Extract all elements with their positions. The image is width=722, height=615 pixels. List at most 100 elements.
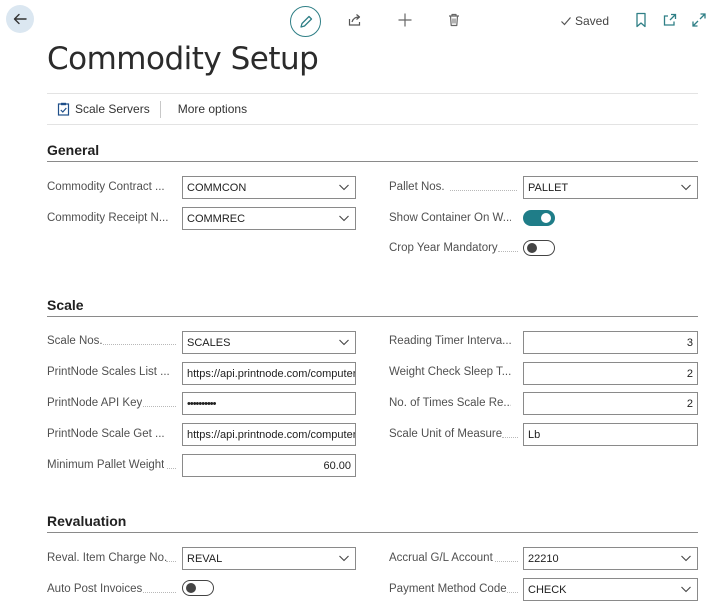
edit-button[interactable]: [290, 6, 321, 37]
scale-nos-label: Scale Nos.: [47, 335, 103, 347]
scale-nos-leader: [103, 344, 176, 345]
more-options-label: More options: [177, 102, 248, 116]
accrual-gl-account-label: Accrual G/L Account: [389, 552, 493, 564]
general-section-divider: [47, 161, 698, 162]
bookmark-button[interactable]: [630, 9, 652, 31]
pallet-nos-value: PALLET: [528, 181, 569, 194]
show-container-toggle[interactable]: [523, 210, 555, 226]
chevron-down-icon[interactable]: [338, 552, 350, 564]
commodity-receipt-field[interactable]: COMMREC: [182, 207, 356, 230]
checkmark-icon: [561, 17, 571, 26]
scale-section-header[interactable]: Scale: [47, 297, 84, 313]
auto-post-invoices-leader: [143, 592, 176, 593]
reading-timer-interval-value: 3: [686, 336, 693, 349]
arrow-left-icon: [13, 13, 27, 25]
accrual-gl-account-field[interactable]: 22210: [523, 547, 698, 570]
minimum-pallet-weight-field[interactable]: 60.00: [182, 454, 356, 477]
printnode-scale-get-value: https://api.printnode.com/computers: [187, 428, 356, 441]
pallet-nos-leader: [450, 190, 517, 191]
reval-item-charge-field[interactable]: REVAL: [182, 547, 356, 570]
printnode-scales-list-value: https://api.printnode.com/computers: [187, 367, 356, 380]
open-new-window-button[interactable]: [659, 9, 681, 31]
payment-method-code-value: CHECK: [528, 583, 567, 596]
minimum-pallet-weight-label: Minimum Pallet Weight: [47, 459, 165, 471]
weight-check-sleep-field[interactable]: 2: [523, 362, 698, 385]
share-icon: [348, 14, 361, 26]
plus-icon: [398, 13, 412, 27]
new-button[interactable]: [394, 9, 416, 31]
revaluation-section-divider: [47, 532, 698, 533]
toggle-knob: [541, 213, 551, 223]
scale-unit-of-measure-value: Lb: [528, 428, 541, 441]
scale-unit-of-measure-label: Scale Unit of Measure: [389, 428, 503, 440]
general-section-header[interactable]: General: [47, 142, 99, 158]
printnode-scale-get-label: PrintNode Scale Get ...: [47, 428, 165, 440]
printnode-api-key-leader: [143, 406, 176, 407]
pallet-nos-field[interactable]: PALLET: [523, 176, 698, 199]
commodity-contract-value: COMMCON: [187, 181, 247, 194]
reval-item-charge-value: REVAL: [187, 552, 223, 565]
scale-servers-label: Scale Servers: [75, 102, 150, 116]
chevron-down-icon[interactable]: [338, 181, 350, 193]
expand-icon: [692, 13, 706, 27]
chevron-down-icon[interactable]: [338, 336, 350, 348]
scale-nos-field[interactable]: SCALES: [182, 331, 356, 354]
accrual-gl-account-value: 22210: [528, 552, 559, 565]
page-title: Commodity Setup: [47, 41, 319, 77]
commodity-contract-label: Commodity Contract ...: [47, 181, 165, 193]
minimum-pallet-weight-leader: [167, 468, 176, 469]
trash-icon: [449, 13, 459, 27]
bookmark-icon: [636, 12, 646, 28]
payment-method-code-leader: [507, 592, 518, 593]
reading-timer-interval-label: Reading Timer Interva...: [389, 335, 511, 347]
reading-timer-interval-field[interactable]: 3: [523, 331, 698, 354]
toggle-knob: [186, 582, 196, 593]
pallet-nos-label: Pallet Nos.: [389, 181, 445, 193]
back-button[interactable]: [6, 5, 34, 33]
printnode-scales-list-field[interactable]: https://api.printnode.com/computers: [182, 362, 356, 385]
action-bar: Scale Servers More options: [47, 93, 698, 125]
payment-method-code-label: Payment Method Code: [389, 583, 507, 595]
revaluation-section-title: Revaluation: [47, 513, 127, 529]
minimum-pallet-weight-value: 60.00: [323, 459, 351, 472]
reval-item-charge-leader: [166, 561, 176, 562]
weight-check-sleep-label: Weight Check Sleep T...: [389, 366, 511, 378]
printnode-api-key-field[interactable]: ••••••••••: [182, 392, 356, 415]
scale-section-divider: [47, 316, 698, 317]
chevron-down-icon[interactable]: [680, 583, 692, 595]
clipboard-check-icon: [57, 102, 70, 116]
expand-button[interactable]: [688, 9, 710, 31]
times-scale-retry-label: No. of Times Scale Re...: [389, 397, 511, 409]
commodity-receipt-label: Commodity Receipt N...: [47, 212, 169, 224]
printnode-scale-get-field[interactable]: https://api.printnode.com/computers: [182, 423, 356, 446]
scale-servers-action[interactable]: Scale Servers: [47, 102, 160, 116]
share-button[interactable]: [344, 9, 366, 31]
more-options-action[interactable]: More options: [161, 102, 257, 116]
printnode-api-key-value: ••••••••••: [187, 397, 216, 410]
auto-post-invoices-toggle[interactable]: [182, 580, 214, 596]
payment-method-code-field[interactable]: CHECK: [523, 578, 698, 601]
times-scale-retry-value: 2: [686, 397, 693, 410]
scale-unit-of-measure-leader: [502, 437, 518, 438]
saved-label: Saved: [575, 14, 610, 28]
delete-button[interactable]: [443, 9, 465, 31]
revaluation-section-header[interactable]: Revaluation: [47, 513, 126, 529]
chevron-down-icon[interactable]: [338, 212, 350, 224]
crop-year-leader: [498, 251, 518, 252]
auto-post-invoices-label: Auto Post Invoices: [47, 583, 143, 595]
accrual-gl-account-leader: [495, 561, 518, 562]
pencil-icon: [299, 15, 312, 28]
crop-year-toggle[interactable]: [523, 240, 555, 256]
chevron-down-icon[interactable]: [680, 181, 692, 193]
scale-section-title: Scale: [47, 297, 84, 313]
printnode-scales-list-label: PrintNode Scales List ...: [47, 366, 169, 378]
printnode-api-key-label: PrintNode API Key: [47, 397, 143, 409]
crop-year-label: Crop Year Mandatory: [389, 242, 498, 254]
weight-check-sleep-value: 2: [686, 367, 693, 380]
scale-unit-of-measure-field[interactable]: Lb: [523, 423, 698, 446]
toggle-knob: [527, 242, 537, 253]
chevron-down-icon[interactable]: [680, 552, 692, 564]
commodity-contract-field[interactable]: COMMCON: [182, 176, 356, 199]
times-scale-retry-field[interactable]: 2: [523, 392, 698, 415]
scale-nos-value: SCALES: [187, 336, 231, 349]
